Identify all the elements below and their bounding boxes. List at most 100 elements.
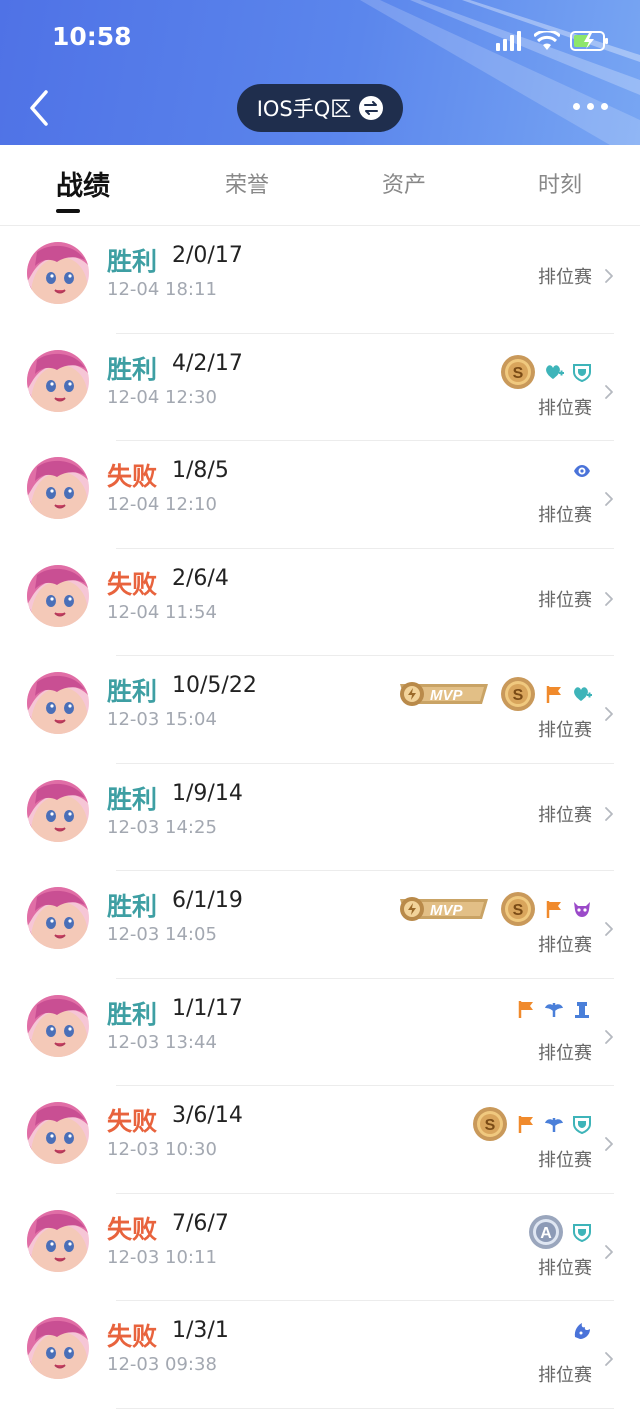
eye-ward-icon <box>572 461 592 481</box>
flag-icon <box>544 684 564 704</box>
match-kda: 10/5/22 <box>172 673 257 698</box>
achievement-badges <box>572 1321 592 1341</box>
match-kda: 2/0/17 <box>172 243 243 268</box>
match-datetime: 12-03 14:05 <box>107 924 217 945</box>
achievement-badges: MVP S <box>396 676 592 712</box>
hero-avatar <box>27 1317 89 1379</box>
match-datetime: 12-03 15:04 <box>107 709 217 730</box>
match-row[interactable]: 失败 1/8/5 12-04 12:10 排位赛 <box>0 441 640 549</box>
hero-avatar <box>27 779 89 842</box>
tab-moments[interactable]: 时刻 <box>538 167 582 199</box>
mvp-badge-icon: MVP <box>396 680 492 708</box>
status-time: 10:58 <box>52 22 132 51</box>
match-kda: 1/1/17 <box>172 995 243 1021</box>
match-kda: 6/1/19 <box>172 888 243 913</box>
chevron-right-icon <box>605 1352 613 1366</box>
hero-avatar <box>27 457 89 519</box>
more-options-button[interactable] <box>573 103 608 110</box>
flag-icon <box>544 899 564 919</box>
match-result: 胜利 <box>107 892 158 921</box>
demon-icon <box>572 899 592 919</box>
match-row[interactable]: 胜利 1/9/14 12-03 14:25 排位赛 <box>0 764 640 871</box>
hero-avatar <box>27 1102 89 1164</box>
match-result: 胜利 <box>107 677 158 706</box>
svg-text:A: A <box>540 1225 552 1242</box>
chevron-right-icon <box>605 269 613 283</box>
hero-avatar <box>27 994 89 1057</box>
tab-assets[interactable]: 资产 <box>382 167 426 199</box>
match-result: 失败 <box>107 462 158 491</box>
flag-icon <box>516 1114 536 1134</box>
status-icons <box>496 30 610 52</box>
svg-text:S: S <box>485 1117 496 1134</box>
svg-text:MVP: MVP <box>430 687 464 704</box>
match-mode: 排位赛 <box>538 1257 592 1279</box>
match-result: 胜利 <box>107 247 158 276</box>
row-divider <box>116 1407 614 1409</box>
match-row[interactable]: 胜利 1/1/17 12-03 13:44 排位赛 <box>0 979 640 1086</box>
shield-icon <box>572 1222 592 1242</box>
tower-icon <box>572 999 592 1019</box>
server-label: IOS手Q区 <box>256 97 352 121</box>
header-bar: 10:58 IOS手Q区 <box>0 0 640 145</box>
match-row[interactable]: 胜利 4/2/17 12-04 12:30 S 排位赛 <box>0 334 640 441</box>
achievement-badges: MVP S <box>396 891 592 927</box>
swap-icon <box>359 96 384 120</box>
match-row[interactable]: 失败 7/6/7 12-03 10:11 A 排位赛 <box>0 1194 640 1301</box>
match-kda: 3/6/14 <box>172 1103 243 1128</box>
signal-icon <box>496 31 521 51</box>
svg-text:MVP: MVP <box>430 902 464 919</box>
achievement-badges <box>516 999 592 1019</box>
a-coin-icon: A <box>528 1214 564 1250</box>
tab-bar: 战绩 荣誉 资产 时刻 <box>0 145 640 226</box>
mvp-badge-icon: MVP <box>396 895 492 923</box>
match-result: 胜利 <box>107 999 158 1029</box>
chevron-right-icon <box>605 1029 613 1044</box>
match-mode: 排位赛 <box>538 397 592 419</box>
match-row[interactable]: 胜利 6/1/19 12-03 14:05 MVP S 排位赛 <box>0 871 640 979</box>
hero-avatar <box>27 242 89 304</box>
svg-text:S: S <box>513 687 524 704</box>
match-datetime: 12-03 10:11 <box>107 1246 217 1268</box>
hero-avatar <box>27 887 89 949</box>
match-result: 胜利 <box>107 784 158 814</box>
wifi-icon <box>534 31 560 50</box>
shield-icon <box>572 1114 592 1134</box>
match-result: 失败 <box>107 1107 158 1136</box>
achievement-badges: A <box>528 1214 592 1250</box>
match-mode: 排位赛 <box>538 1042 592 1064</box>
match-row[interactable]: 失败 1/3/1 12-03 09:38 排位赛 <box>0 1301 640 1409</box>
heart-plus-icon <box>544 362 564 382</box>
server-switch-button[interactable]: IOS手Q区 <box>237 84 403 132</box>
match-mode: 排位赛 <box>538 804 592 826</box>
chevron-right-icon <box>605 492 613 506</box>
match-result: 失败 <box>107 1214 158 1244</box>
s-coin-icon: S <box>500 891 536 927</box>
match-row[interactable]: 失败 3/6/14 12-03 10:30 S 排位赛 <box>0 1086 640 1194</box>
flag-icon <box>516 999 536 1019</box>
match-kda: 7/6/7 <box>172 1210 229 1236</box>
match-mode: 排位赛 <box>538 267 592 288</box>
match-kda: 2/6/4 <box>172 565 229 591</box>
achievement-badges: S <box>472 1106 592 1142</box>
match-result: 失败 <box>107 569 158 599</box>
match-datetime: 12-04 11:54 <box>107 601 217 623</box>
dragon-icon <box>572 1321 592 1341</box>
chevron-right-icon <box>605 922 613 936</box>
tab-record[interactable]: 战绩 <box>56 164 110 203</box>
hero-avatar <box>27 564 89 627</box>
match-mode: 排位赛 <box>538 589 592 611</box>
achievement-badges: S <box>500 354 592 390</box>
tab-honor[interactable]: 荣誉 <box>225 167 269 199</box>
match-datetime: 12-04 18:11 <box>107 279 217 300</box>
chevron-right-icon <box>605 806 613 821</box>
heart-plus-icon <box>572 684 592 704</box>
back-button[interactable] <box>26 88 56 128</box>
match-row[interactable]: 失败 2/6/4 12-04 11:54 排位赛 <box>0 549 640 656</box>
match-kda: 1/3/1 <box>172 1318 229 1343</box>
match-row[interactable]: 胜利 2/0/17 12-04 18:11 排位赛 <box>0 226 640 334</box>
svg-text:S: S <box>513 902 524 919</box>
match-kda: 1/9/14 <box>172 780 243 806</box>
match-row[interactable]: 胜利 10/5/22 12-03 15:04 MVP S 排位赛 <box>0 656 640 764</box>
s-coin-icon: S <box>500 354 536 390</box>
